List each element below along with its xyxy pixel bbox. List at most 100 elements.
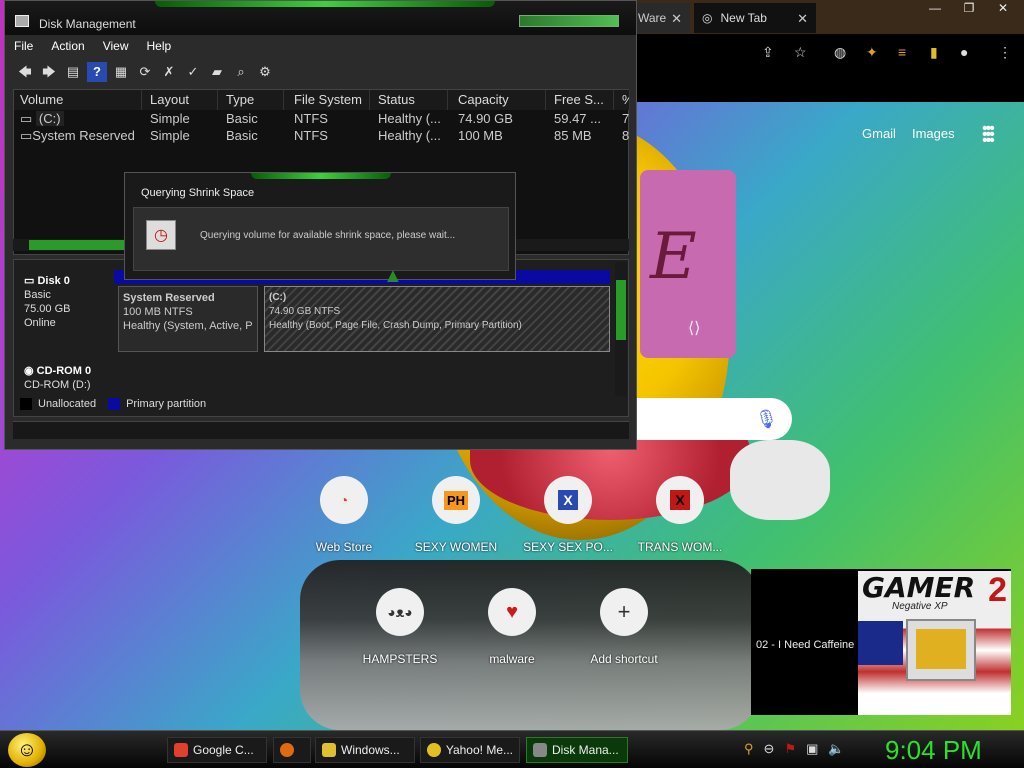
disk-management-icon bbox=[533, 743, 547, 757]
tab-new-tab[interactable]: ◎ New Tab ✕ bbox=[694, 3, 816, 33]
task-disk-management[interactable]: Disk Mana... bbox=[526, 737, 628, 763]
computer-art bbox=[906, 619, 976, 681]
shortcut-label: Add shortcut bbox=[590, 652, 658, 666]
chrome-icon bbox=[174, 743, 188, 757]
column-status[interactable]: Status bbox=[372, 90, 448, 110]
media-player-widget[interactable]: 02 - I Need Caffeine GAMER 2 Negative XP bbox=[751, 569, 1011, 715]
task-google-chrome[interactable]: Google C... bbox=[167, 737, 267, 763]
chrome-icon: ◎ bbox=[702, 11, 713, 25]
menu-help[interactable]: Help bbox=[138, 37, 181, 57]
title-bar[interactable]: Disk Management bbox=[5, 1, 636, 35]
partition-system-reserved[interactable]: System Reserved 100 MB NTFS Healthy (Sys… bbox=[118, 286, 258, 352]
table-row[interactable]: ▭System Reserved Simple Basic NTFS Healt… bbox=[14, 127, 630, 144]
search-icon[interactable]: ⚲ bbox=[744, 741, 754, 757]
check-icon[interactable]: ✓ bbox=[183, 62, 203, 82]
wallpaper-hand bbox=[730, 440, 830, 520]
menu-action[interactable]: Action bbox=[42, 37, 93, 57]
volume-icon[interactable]: 🔈 bbox=[828, 741, 844, 757]
close-icon[interactable]: ✕ bbox=[986, 0, 1020, 18]
flag-icon[interactable]: ⚑ bbox=[784, 741, 796, 757]
disk-kind: Basic bbox=[24, 289, 51, 301]
status-icon[interactable]: ⊖ bbox=[764, 741, 775, 757]
images-link[interactable]: Images bbox=[912, 126, 955, 141]
volume-name: System Reserved bbox=[32, 128, 135, 143]
settings-icon[interactable]: ⚙ bbox=[255, 62, 275, 82]
task-windows-explorer[interactable]: Windows... bbox=[315, 737, 415, 763]
sidebar-icon[interactable]: ▮ bbox=[930, 44, 938, 61]
shortcut-trans-wom[interactable]: X TRANS WOM... bbox=[625, 476, 735, 554]
maximize-icon[interactable]: ❐ bbox=[952, 0, 986, 18]
delete-icon[interactable]: ✗ bbox=[159, 62, 179, 82]
extensions-icon[interactable]: ✦ bbox=[866, 44, 878, 61]
shortcut-sexy-sex-po[interactable]: X SEXY SEX PO... bbox=[513, 476, 623, 554]
shortcut-label: SEXY WOMEN bbox=[414, 540, 498, 554]
search-icon[interactable]: ⌕ bbox=[231, 62, 251, 82]
close-icon[interactable]: ✕ bbox=[671, 11, 682, 27]
column-free-space[interactable]: Free S... bbox=[548, 90, 614, 110]
column-volume[interactable]: Volume bbox=[14, 90, 142, 110]
network-icon[interactable]: ▣ bbox=[806, 741, 818, 757]
tab-label: New Tab bbox=[720, 11, 767, 25]
column-layout[interactable]: Layout bbox=[144, 90, 218, 110]
legend-primary: Primary partition bbox=[126, 398, 207, 410]
microphone-icon[interactable]: 🎙 bbox=[755, 409, 778, 430]
shortcut-sexy-women[interactable]: PH SEXY WOMEN bbox=[401, 476, 511, 554]
vertical-scrollbar[interactable] bbox=[615, 262, 627, 396]
profile-avatar-icon[interactable]: ● bbox=[960, 44, 968, 60]
cdrom-label[interactable]: ◉ CD-ROM 0 CD-ROM (D:) bbox=[16, 358, 112, 398]
disk0-label[interactable]: ▭ Disk 0 Basic 75.00 GB Online bbox=[16, 268, 112, 336]
console-tree-icon[interactable]: ▤ bbox=[63, 62, 83, 82]
clock[interactable]: 9:04 PM bbox=[885, 735, 982, 766]
disk-name: Disk 0 bbox=[37, 275, 70, 287]
menu-dots-icon[interactable]: ⋮ bbox=[998, 44, 1012, 61]
firefox-icon bbox=[280, 743, 294, 757]
column-headers: Volume Layout Type File System Status Ca… bbox=[14, 90, 630, 110]
table-row[interactable]: ▭ (C:) Simple Basic NTFS Healthy (... 74… bbox=[14, 110, 630, 127]
column-file-system[interactable]: File System bbox=[288, 90, 370, 110]
column-percent[interactable]: % bbox=[616, 90, 630, 110]
gmail-link[interactable]: Gmail bbox=[862, 126, 896, 141]
partition-c[interactable]: (C:) 74.90 GB NTFS Healthy (Boot, Page F… bbox=[264, 286, 610, 352]
shortcut-malware[interactable]: ♥ malware bbox=[457, 588, 567, 666]
status-cell: Healthy (... bbox=[378, 128, 441, 143]
shortcut-hampsters[interactable]: ◕ᴥ◕ HAMPSTERS bbox=[345, 588, 455, 666]
drive-icon: ▭ bbox=[20, 128, 33, 143]
dialog-title: Querying Shrink Space bbox=[141, 187, 255, 199]
column-capacity[interactable]: Capacity bbox=[452, 90, 546, 110]
close-icon[interactable]: ✕ bbox=[797, 11, 808, 27]
menu-file[interactable]: File bbox=[5, 37, 42, 57]
scroll-thumb[interactable] bbox=[616, 280, 626, 340]
minimize-icon[interactable]: — bbox=[918, 0, 952, 18]
properties-icon[interactable]: ▦ bbox=[111, 62, 131, 82]
shortcut-add[interactable]: + Add shortcut bbox=[569, 588, 679, 666]
task-yahoo-messenger[interactable]: Yahoo! Me... bbox=[420, 737, 520, 763]
album-number: 2 bbox=[988, 571, 1007, 609]
bookmark-star-icon[interactable]: ☆ bbox=[794, 44, 807, 61]
folder-icon bbox=[322, 743, 336, 757]
task-firefox[interactable] bbox=[273, 737, 311, 763]
help-icon[interactable]: ? bbox=[87, 62, 107, 82]
share-icon[interactable]: ⇪ bbox=[762, 44, 774, 61]
start-button[interactable]: ☺ bbox=[8, 733, 46, 767]
extension-flag-icon[interactable]: ◍ bbox=[834, 44, 846, 61]
google-apps-icon[interactable]: ••• ••• ••• bbox=[982, 121, 1000, 149]
dialog-message: Querying volume for available shrink spa… bbox=[200, 230, 456, 241]
volume-name: (C:) bbox=[35, 111, 64, 126]
shortcut-web-store[interactable]: ◔ Web Store bbox=[289, 476, 399, 554]
media-queue-icon[interactable]: ≡ bbox=[898, 44, 906, 60]
menu-view[interactable]: View bbox=[94, 37, 138, 57]
hamster-icon: ◕ᴥ◕ bbox=[376, 588, 424, 636]
refresh-icon[interactable]: ⟳ bbox=[135, 62, 155, 82]
google-links: Gmail Images bbox=[862, 126, 955, 141]
chrome-webstore-icon: ◔ bbox=[320, 476, 368, 524]
forward-icon[interactable]: 🡆 bbox=[39, 62, 59, 82]
open-folder-icon[interactable]: ▰ bbox=[207, 62, 227, 82]
column-type[interactable]: Type bbox=[220, 90, 284, 110]
share-icon[interactable]: ⟨⟩ bbox=[688, 318, 700, 338]
scroll-thumb[interactable] bbox=[29, 240, 135, 250]
tab-partial[interactable]: Ware ✕ bbox=[630, 3, 690, 33]
cdrom-icon: ◉ bbox=[24, 365, 34, 377]
window-controls[interactable] bbox=[519, 15, 619, 27]
status-cell: Healthy (... bbox=[378, 111, 441, 126]
back-icon[interactable]: 🡄 bbox=[15, 62, 35, 82]
